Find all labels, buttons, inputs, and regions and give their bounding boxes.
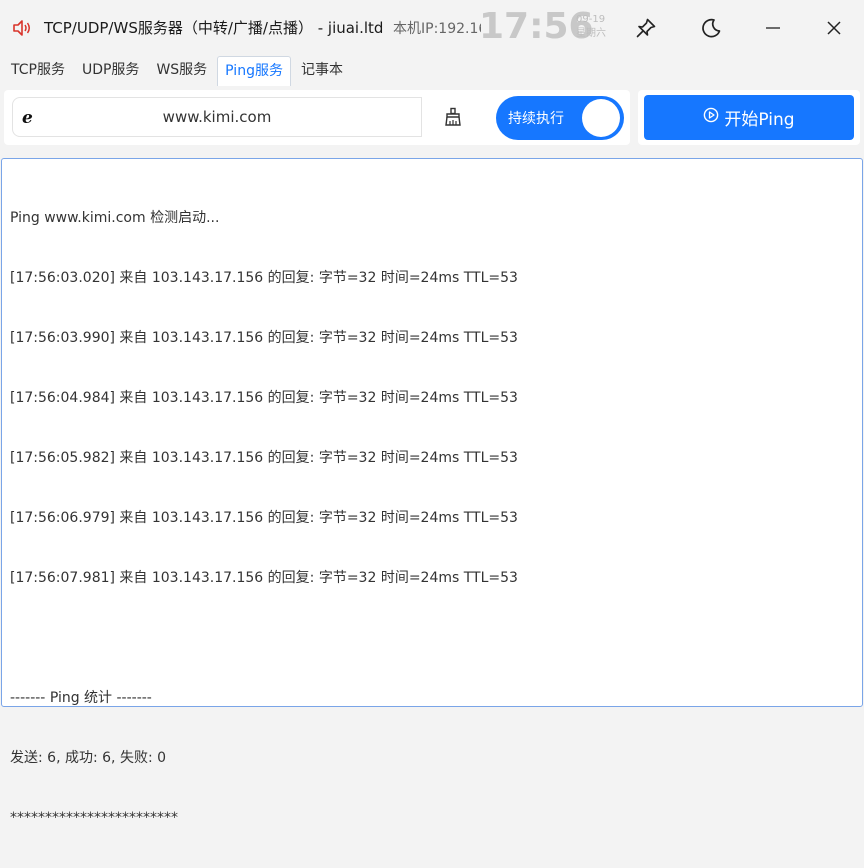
continuous-toggle-label: 持续执行 bbox=[508, 111, 564, 127]
play-circle-icon bbox=[703, 107, 724, 128]
speaker-icon bbox=[12, 19, 32, 37]
clear-button[interactable] bbox=[444, 107, 462, 131]
close-icon bbox=[825, 19, 843, 37]
broom-icon bbox=[444, 107, 462, 131]
close-button[interactable] bbox=[814, 8, 854, 48]
output-line: Ping www.kimi.com 检测启动... bbox=[10, 210, 220, 226]
minimize-icon bbox=[764, 19, 782, 37]
output-line: [17:56:03.020] 来自 103.143.17.156 的回复: 字节… bbox=[10, 270, 518, 286]
url-input[interactable]: e www.kimi.com bbox=[12, 97, 422, 137]
url-input-value: www.kimi.com bbox=[162, 108, 272, 126]
output-line: [17:56:04.984] 来自 103.143.17.156 的回复: 字节… bbox=[10, 390, 518, 406]
moon-icon bbox=[700, 17, 722, 39]
output-line: 发送: 6, 成功: 6, 失败: 0 bbox=[10, 750, 167, 766]
tab-ping[interactable]: Ping服务 bbox=[217, 56, 291, 86]
output-line: [17:56:07.981] 来自 103.143.17.156 的回复: 字节… bbox=[10, 570, 518, 586]
date-text: 09-19 bbox=[576, 14, 606, 25]
tab-ws[interactable]: WS服务 bbox=[149, 56, 214, 84]
start-ping-button[interactable]: 开始Ping bbox=[644, 95, 854, 140]
output-line: ------- Ping 统计 ------- bbox=[10, 690, 152, 706]
output-line: [17:56:06.979] 来自 103.143.17.156 的回复: 字节… bbox=[10, 510, 518, 526]
tab-bar: TCP服务 UDP服务 WS服务 Ping服务 记事本 bbox=[4, 56, 353, 86]
output-log: Ping www.kimi.com 检测启动... [17:56:03.020]… bbox=[10, 168, 518, 868]
window-title: TCP/UDP/WS服务器（中转/广播/点播） - jiuai.ltd bbox=[44, 19, 384, 37]
pin-icon bbox=[635, 17, 657, 39]
toggle-knob bbox=[582, 99, 620, 137]
title-bar: TCP/UDP/WS服务器（中转/广播/点播） - jiuai.ltd 本机IP… bbox=[0, 0, 864, 56]
pin-button[interactable] bbox=[626, 8, 666, 48]
ping-control-panel: e www.kimi.com 持续执行 bbox=[4, 90, 630, 145]
output-line: [17:56:03.990] 来自 103.143.17.156 的回复: 字节… bbox=[10, 330, 518, 346]
minimize-button[interactable] bbox=[753, 8, 793, 48]
tab-tcp[interactable]: TCP服务 bbox=[4, 56, 72, 84]
weekday-text: 星期六 bbox=[576, 28, 606, 39]
ping-output-textarea[interactable]: Ping www.kimi.com 检测启动... [17:56:03.020]… bbox=[1, 158, 863, 826]
tab-udp[interactable]: UDP服务 bbox=[75, 56, 146, 84]
output-line: ************************ bbox=[10, 810, 178, 826]
theme-toggle-button[interactable] bbox=[691, 8, 731, 48]
tab-notepad[interactable]: 记事本 bbox=[294, 56, 350, 84]
start-ping-label: 开始Ping bbox=[724, 110, 795, 130]
local-ip-label: 本机IP:192.168.1 bbox=[393, 21, 481, 37]
clock-date: 09-19 星期六 bbox=[576, 13, 606, 41]
continuous-toggle[interactable]: 持续执行 bbox=[496, 96, 624, 140]
output-line: [17:56:05.982] 来自 103.143.17.156 的回复: 字节… bbox=[10, 450, 518, 466]
start-panel: 开始Ping bbox=[638, 90, 860, 145]
